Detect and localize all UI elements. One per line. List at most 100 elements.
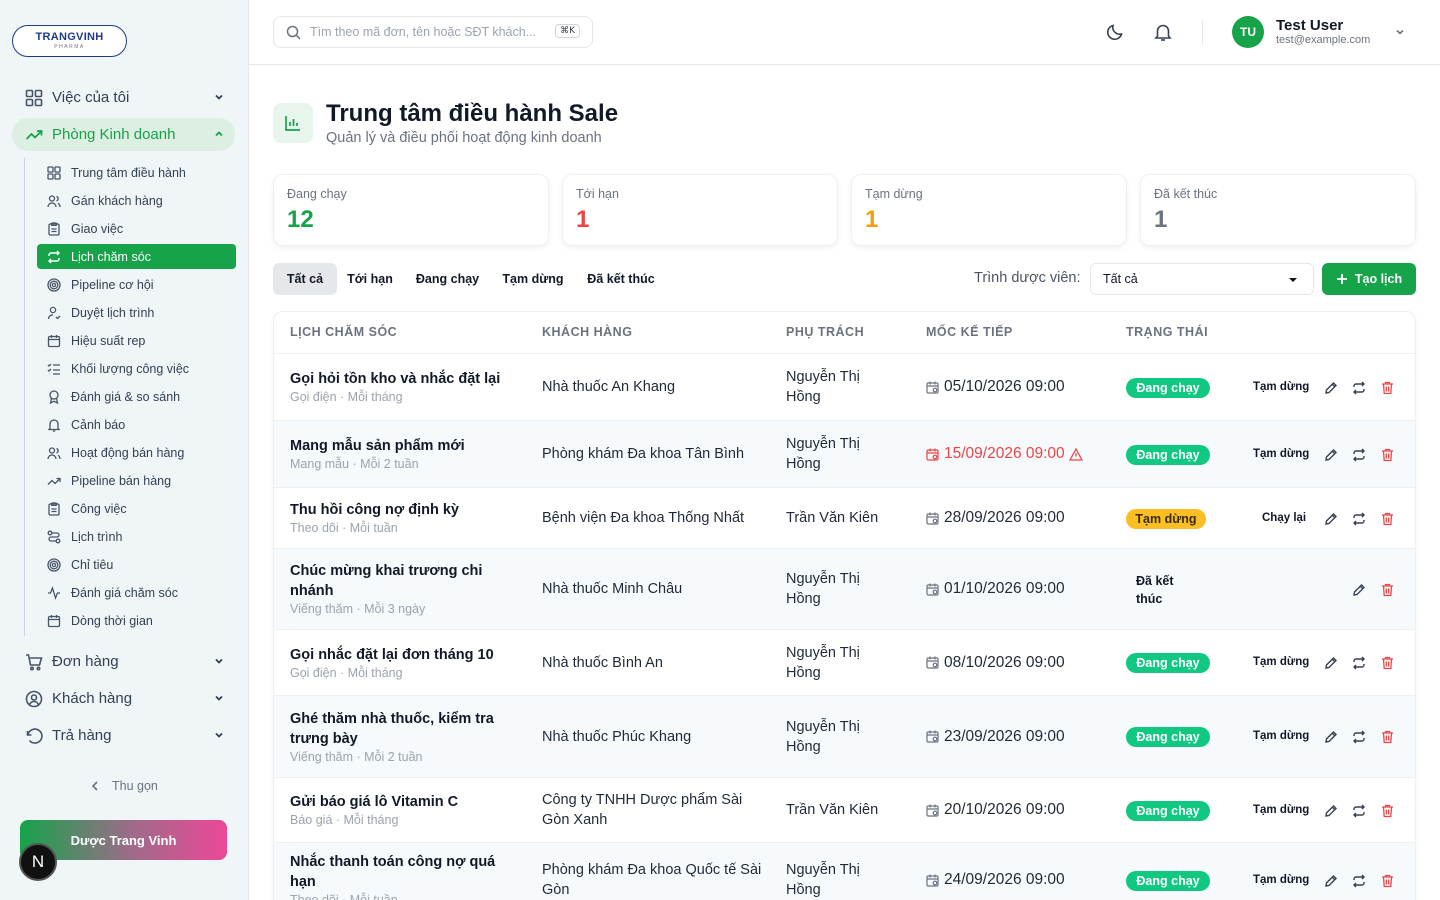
sidebar-item-dashboard[interactable]: Trung tâm điều hành xyxy=(37,160,236,185)
sidebar-group-returns[interactable]: Trả hàng xyxy=(12,719,235,752)
table-header: KHÁCH HÀNG xyxy=(542,325,633,339)
reassign-icon[interactable] xyxy=(1352,448,1366,462)
delete-icon[interactable] xyxy=(1381,730,1394,744)
delete-icon[interactable] xyxy=(1381,381,1394,395)
sidebar-group-customers[interactable]: Khách hàng xyxy=(12,682,235,715)
reassign-icon[interactable] xyxy=(1352,730,1366,744)
n-avatar-button[interactable]: N xyxy=(19,843,57,881)
edit-icon[interactable] xyxy=(1324,874,1338,888)
create-schedule-button[interactable]: Tạo lịch xyxy=(1322,263,1416,295)
table-row[interactable]: Gọi hỏi tồn kho và nhắc đặt lại Gọi điện … xyxy=(274,353,1415,420)
stat-value: 1 xyxy=(576,206,590,233)
schedule-title[interactable]: Chúc mừng khai trương chi nhánh xyxy=(290,561,520,601)
edit-icon[interactable] xyxy=(1324,381,1338,395)
sidebar-item-label: Pipeline cơ hội xyxy=(71,277,154,292)
table-row[interactable]: Mang mẫu sản phẩm mới Mang mẫu · Mỗi 2 tu… xyxy=(274,420,1415,487)
toggle-status-button[interactable]: Tạm dừng xyxy=(1253,656,1309,668)
bell-icon[interactable] xyxy=(1153,22,1173,42)
tab-running[interactable]: Đang chạy xyxy=(406,263,489,295)
sidebar-group-my-work[interactable]: Việc của tôi xyxy=(12,81,235,114)
sidebar-item-care-schedule[interactable]: Lịch chăm sóc xyxy=(37,244,236,269)
sidebar-item-targets[interactable]: Chỉ tiêu xyxy=(37,552,236,577)
collapse-sidebar-button[interactable]: Thu gọn xyxy=(90,779,158,793)
stat-card-finished[interactable]: Đã kết thúc 1 xyxy=(1140,174,1416,246)
sidebar-item-sales-activity[interactable]: Hoạt động bán hàng xyxy=(37,440,236,465)
edit-icon[interactable] xyxy=(1324,656,1338,670)
schedule-title[interactable]: Gửi báo giá lô Vitamin C xyxy=(290,792,520,812)
user-name[interactable]: Test User xyxy=(1276,17,1343,34)
schedule-title[interactable]: Gọi nhắc đặt lại đơn tháng 10 xyxy=(290,645,520,665)
delete-icon[interactable] xyxy=(1381,512,1394,526)
sidebar-item-tasks[interactable]: Công việc xyxy=(37,496,236,521)
sidebar-item-route-approval[interactable]: Duyệt lịch trình xyxy=(37,300,236,325)
schedule-title[interactable]: Nhắc thanh toán công nợ quá hạn xyxy=(290,852,520,892)
clipboard-icon xyxy=(47,221,61,236)
schedule-subtitle: Gọi điện · Mỗi tháng xyxy=(290,665,403,680)
rep-filter-select[interactable]: Tất cả xyxy=(1090,263,1314,295)
reassign-icon[interactable] xyxy=(1352,874,1366,888)
schedule-title[interactable]: Gọi hỏi tồn kho và nhắc đặt lại xyxy=(290,369,520,389)
tab-paused[interactable]: Tạm dừng xyxy=(495,263,571,295)
table-row[interactable]: Gọi nhắc đặt lại đơn tháng 10 Gọi điện · … xyxy=(274,629,1415,695)
schedule-title[interactable]: Ghé thăm nhà thuốc, kiểm tra trưng bày xyxy=(290,709,520,749)
table-row[interactable]: Ghé thăm nhà thuốc, kiểm tra trưng bày Vi… xyxy=(274,695,1415,777)
delete-icon[interactable] xyxy=(1381,804,1394,818)
calendar-icon xyxy=(926,448,939,461)
stat-card-running[interactable]: Đang chạy 12 xyxy=(273,174,549,246)
edit-icon[interactable] xyxy=(1324,804,1338,818)
tab-all[interactable]: Tất cả xyxy=(273,263,337,295)
delete-icon[interactable] xyxy=(1381,583,1394,597)
toggle-status-button[interactable]: Chạy lại xyxy=(1262,512,1306,524)
sidebar-item-rep-performance[interactable]: Hiệu suất rep xyxy=(37,328,236,353)
edit-icon[interactable] xyxy=(1324,448,1338,462)
sidebar-group-orders[interactable]: Đơn hàng xyxy=(12,645,235,678)
delete-icon[interactable] xyxy=(1381,656,1394,670)
sidebar-group-sales[interactable]: Phòng Kinh doanh xyxy=(12,118,235,151)
reassign-icon[interactable] xyxy=(1352,804,1366,818)
toggle-status-button[interactable]: Tạm dừng xyxy=(1253,874,1309,886)
edit-icon[interactable] xyxy=(1324,512,1338,526)
table-row[interactable]: Chúc mừng khai trương chi nhánh Viếng thă… xyxy=(274,548,1415,629)
company-logo[interactable]: TRANGVINH PHARMA xyxy=(12,25,127,57)
delete-icon[interactable] xyxy=(1381,448,1394,462)
edit-icon[interactable] xyxy=(1352,583,1366,597)
reassign-icon[interactable] xyxy=(1352,512,1366,526)
table-row[interactable]: Nhắc thanh toán công nợ quá hạn Theo dõi … xyxy=(274,842,1415,900)
status-badge: Đang chạy xyxy=(1126,445,1210,465)
customer-name: Nhà thuốc Minh Châu xyxy=(542,581,683,597)
sidebar-item-alerts[interactable]: Cảnh báo xyxy=(37,412,236,437)
stat-card-paused[interactable]: Tạm dừng 1 xyxy=(851,174,1127,246)
sidebar-item-sales-pipeline[interactable]: Pipeline bán hàng xyxy=(37,468,236,493)
sidebar-item-timeline[interactable]: Dòng thời gian xyxy=(37,608,236,633)
search-input[interactable]: Tìm theo mã đơn, tên hoặc SĐT khách... ⌘… xyxy=(273,16,593,48)
warning-icon xyxy=(1068,447,1083,461)
schedule-title[interactable]: Thu hồi công nợ định kỳ xyxy=(290,500,520,520)
sidebar-item-care-review[interactable]: Đánh giá chăm sóc xyxy=(37,580,236,605)
tab-due[interactable]: Tới hạn xyxy=(340,263,400,295)
sidebar-item-workload[interactable]: Khối lượng công việc xyxy=(37,356,236,381)
tab-finished[interactable]: Đã kết thúc xyxy=(578,263,664,295)
owner-cell: Nguyễn Thị Hồng xyxy=(786,843,886,900)
toggle-status-button[interactable]: Tạm dừng xyxy=(1253,381,1309,393)
toggle-status-button[interactable]: Tạm dừng xyxy=(1253,448,1309,460)
user-avatar[interactable]: TU xyxy=(1232,16,1264,48)
toggle-status-button[interactable]: Tạm dừng xyxy=(1253,804,1309,816)
sidebar-item-evaluation[interactable]: Đánh giá & so sánh xyxy=(37,384,236,409)
reassign-icon[interactable] xyxy=(1352,656,1366,670)
stat-card-due[interactable]: Tới hạn 1 xyxy=(562,174,838,246)
toggle-status-button[interactable]: Tạm dừng xyxy=(1253,730,1309,742)
sidebar-item-itinerary[interactable]: Lịch trình xyxy=(37,524,236,549)
edit-icon[interactable] xyxy=(1324,730,1338,744)
table-row[interactable]: Gửi báo giá lô Vitamin C Báo giá · Mỗi th… xyxy=(274,777,1415,842)
status-badge: Đang chạy xyxy=(1126,727,1210,747)
sidebar-item-assign-customers[interactable]: Gán khách hàng xyxy=(37,188,236,213)
schedule-title[interactable]: Mang mẫu sản phẩm mới xyxy=(290,436,520,456)
sidebar-item-opportunity-pipeline[interactable]: Pipeline cơ hội xyxy=(37,272,236,297)
route-icon xyxy=(47,530,61,544)
delete-icon[interactable] xyxy=(1381,874,1394,888)
sidebar-item-assign-tasks[interactable]: Giao việc xyxy=(37,216,236,241)
reassign-icon[interactable] xyxy=(1352,381,1366,395)
table-row[interactable]: Thu hồi công nợ định kỳ Theo dõi · Mỗi tu… xyxy=(274,487,1415,548)
moon-icon[interactable] xyxy=(1105,22,1125,42)
chevron-down-icon[interactable] xyxy=(1394,26,1406,38)
